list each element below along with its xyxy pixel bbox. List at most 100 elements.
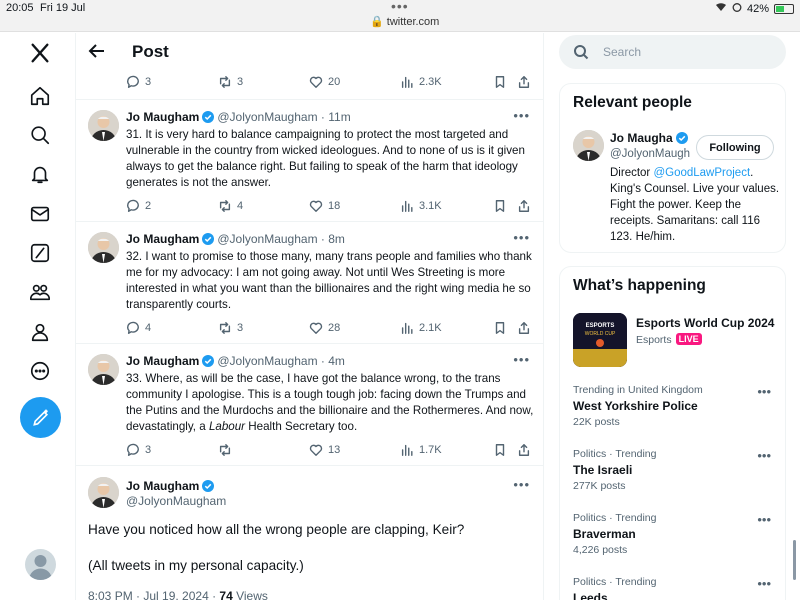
repost-icon <box>219 76 231 88</box>
account-avatar[interactable] <box>25 549 56 580</box>
more-dots-icon[interactable]: ••• <box>757 576 771 591</box>
handle[interactable]: @JolyonMaugham <box>217 110 317 124</box>
trend-item[interactable]: Politics · Trending Braverman 4,226 post… <box>573 512 773 556</box>
verified-icon <box>675 132 688 144</box>
views-button[interactable]: 1.7K <box>400 443 442 457</box>
tweet-actions: 4 3 28 2.1K <box>126 321 531 339</box>
bookmark-icon[interactable] <box>493 75 507 89</box>
tweet-text: 31. It is very hard to balance campaigni… <box>126 128 525 189</box>
reply-button[interactable]: 3 <box>126 443 151 457</box>
more-icon[interactable] <box>25 356 55 386</box>
grok-icon[interactable] <box>25 238 55 268</box>
thread-tweet[interactable]: Jo Maugham @JolyonMaugham · 4m ••• 33. Wh… <box>76 343 543 465</box>
x-logo-icon[interactable] <box>25 38 55 68</box>
focused-tweet: Jo Maugham @JolyonMaugham ••• Have you n… <box>76 465 543 600</box>
event-title[interactable]: Esports World Cup 2024 <box>636 316 781 330</box>
repost-button[interactable]: 3 <box>218 75 243 89</box>
views-button[interactable]: 2.1K <box>400 321 442 335</box>
trend-item[interactable]: Politics · Trending The Israeli 277K pos… <box>573 448 773 492</box>
handle[interactable]: @JolyonMaugham <box>217 232 317 246</box>
reply-button[interactable]: 4 <box>126 321 151 335</box>
handle[interactable]: @JolyonMaugham <box>126 494 226 508</box>
like-count: 20 <box>328 76 341 88</box>
like-icon <box>309 200 323 212</box>
repost-button[interactable] <box>218 443 237 457</box>
mail-icon[interactable] <box>25 199 55 229</box>
more-dots-icon[interactable]: ••• <box>757 448 771 463</box>
person-handle[interactable]: @JolyonMaugh <box>610 148 690 160</box>
reply-button[interactable]: 2 <box>126 199 151 213</box>
timestamp-text[interactable]: 8:03 PM · Jul 19, 2024 · <box>88 589 219 600</box>
search-input[interactable]: Search <box>559 35 786 69</box>
bio-link[interactable]: @GoodLawProject <box>653 167 750 179</box>
display-name[interactable]: Jo Maugham <box>126 479 199 493</box>
like-button[interactable]: 20 <box>309 75 340 89</box>
avatar[interactable] <box>88 232 119 263</box>
trend-title: Leeds <box>573 591 608 600</box>
avatar[interactable] <box>88 110 119 141</box>
avatar[interactable] <box>88 354 119 385</box>
repost-button[interactable]: 3 <box>218 321 243 335</box>
bookmark-icon[interactable] <box>493 443 507 457</box>
compose-button[interactable] <box>20 397 61 438</box>
share-icon[interactable] <box>517 443 531 457</box>
views-button[interactable]: 3.1K <box>400 199 442 213</box>
address-bar[interactable]: 🔒 twitter.com <box>370 15 439 28</box>
like-button[interactable]: 13 <box>309 443 340 457</box>
search-icon <box>574 45 589 60</box>
trend-item[interactable]: Politics · Trending Leeds <box>573 576 773 600</box>
bookmark-icon[interactable] <box>493 199 507 213</box>
communities-icon[interactable] <box>25 277 55 307</box>
event-meta: Esports LIVE <box>636 333 702 346</box>
like-icon <box>309 444 323 456</box>
bell-icon[interactable] <box>25 159 55 189</box>
verified-icon <box>202 480 215 492</box>
tweet-time[interactable]: 11m <box>328 110 350 124</box>
views-button[interactable]: 2.3K <box>400 75 442 89</box>
profile-icon[interactable] <box>25 317 55 347</box>
share-icon[interactable] <box>517 75 531 89</box>
more-dots-icon[interactable]: ••• <box>513 477 530 492</box>
tweet-time[interactable]: 4m <box>328 354 345 368</box>
following-button[interactable]: Following <box>696 135 774 160</box>
views-count: 2.1K <box>419 322 442 334</box>
scrollbar[interactable] <box>793 540 796 580</box>
reply-button[interactable]: 3 <box>126 75 151 89</box>
display-name[interactable]: Jo Maugham <box>126 354 199 368</box>
tweet-header: Jo Maugham @JolyonMaugham · 8m <box>126 232 345 246</box>
thread-tweet[interactable]: Jo Maugham @JolyonMaugham · 8m ••• 32. I … <box>76 221 543 343</box>
back-icon[interactable] <box>88 42 106 60</box>
reply-count: 4 <box>145 322 152 334</box>
more-dots-icon[interactable]: ••• <box>757 384 771 399</box>
like-button[interactable]: 18 <box>309 199 340 213</box>
more-dots-icon[interactable]: ••• <box>513 108 530 123</box>
more-dots-icon[interactable]: ••• <box>757 512 771 527</box>
display-name[interactable]: Jo Maugham <box>126 110 199 124</box>
repost-button[interactable]: 4 <box>218 199 243 213</box>
whats-happening-card: What’s happening ESPORTS WORLD CUP Esport… <box>559 266 786 600</box>
multitask-dots-icon[interactable]: ••• <box>391 0 409 14</box>
views-label: Views <box>232 589 268 600</box>
share-icon[interactable] <box>517 321 531 335</box>
search-icon[interactable] <box>25 120 55 150</box>
event-image[interactable]: ESPORTS WORLD CUP <box>573 313 627 367</box>
bookmark-icon[interactable] <box>493 321 507 335</box>
happening-title: What’s happening <box>573 277 706 294</box>
more-dots-icon[interactable]: ••• <box>513 230 530 245</box>
avatar[interactable] <box>573 130 604 161</box>
trend-item[interactable]: Trending in United Kingdom West Yorkshir… <box>573 384 773 428</box>
more-dots-icon[interactable]: ••• <box>513 352 530 367</box>
svg-text:WORLD CUP: WORLD CUP <box>585 331 616 337</box>
like-icon <box>309 322 323 334</box>
avatar[interactable] <box>88 477 119 508</box>
thread-tweet[interactable]: Jo Maugham @JolyonMaugham · 11m ••• 31. I… <box>76 99 543 221</box>
home-icon[interactable] <box>25 81 55 111</box>
display-name[interactable]: Jo Maugham <box>126 232 199 246</box>
views-count: 1.7K <box>419 444 442 456</box>
handle[interactable]: @JolyonMaugham <box>217 354 317 368</box>
reply-count: 3 <box>145 444 152 456</box>
like-button[interactable]: 28 <box>309 321 340 335</box>
person-name[interactable]: Jo Maugha <box>610 131 673 145</box>
tweet-time[interactable]: 8m <box>328 232 345 246</box>
share-icon[interactable] <box>517 199 531 213</box>
